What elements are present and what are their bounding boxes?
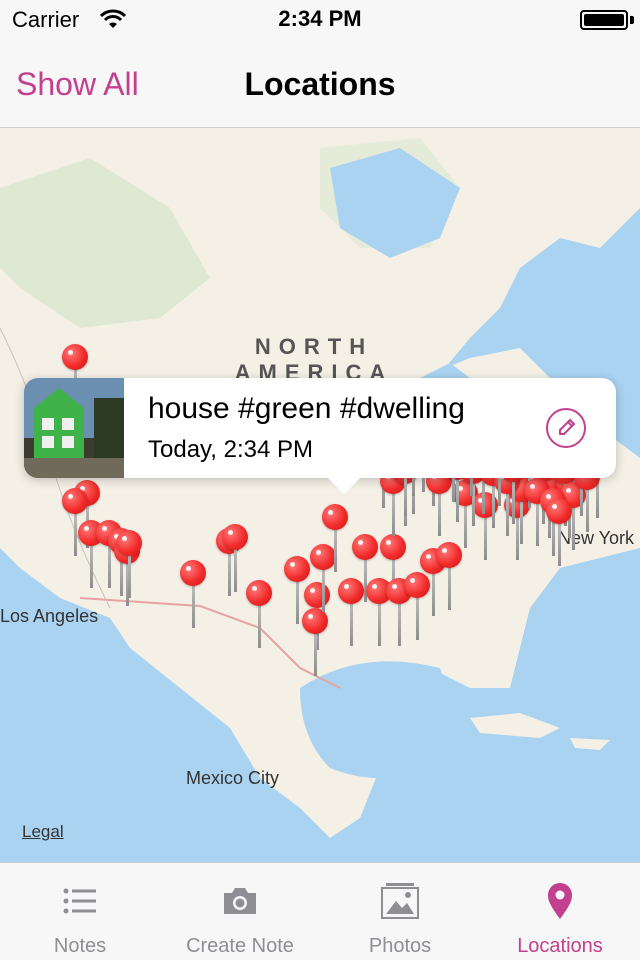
map-pin[interactable] — [222, 524, 248, 594]
pin-head — [116, 530, 142, 556]
callout-subtitle: Today, 2:34 PM — [148, 436, 313, 463]
map-pin[interactable] — [116, 530, 142, 600]
callout-thumbnail — [24, 378, 124, 478]
pin-head — [62, 344, 88, 370]
battery-tip — [630, 16, 634, 24]
city-label-los-angeles: Los Angeles — [0, 606, 99, 626]
pin-needle — [398, 602, 401, 646]
tab-notes-label: Notes — [53, 935, 107, 957]
tab-notes[interactable]: Notes — [0, 863, 160, 960]
pin-needle — [90, 544, 93, 588]
map-view[interactable]: NORTH AMERICA Los Angeles New York Mexic… — [0, 128, 640, 862]
pin-needle — [258, 604, 261, 648]
pin-needle — [536, 502, 539, 546]
tab-locations-label: Locations — [517, 935, 603, 957]
battery-icon — [580, 10, 628, 30]
photo-icon — [381, 883, 419, 919]
tab-photos-label: Photos — [368, 935, 432, 957]
pin-needle — [296, 580, 299, 624]
navigation-bar: Show All Locations — [0, 40, 640, 128]
map-pin[interactable] — [302, 608, 328, 678]
pin-needle — [416, 596, 419, 640]
pin-needle — [378, 602, 381, 646]
pin-head — [284, 556, 310, 582]
map-pin[interactable] — [322, 504, 348, 574]
pin-needle — [334, 528, 337, 572]
pin-head — [180, 560, 206, 586]
map-pin[interactable] — [546, 498, 572, 568]
location-pin-icon — [548, 883, 572, 919]
tab-locations[interactable]: Locations — [480, 863, 640, 960]
pin-head — [338, 578, 364, 604]
pin-needle — [350, 602, 353, 646]
legal-link[interactable]: Legal — [22, 822, 64, 842]
page-title: Locations — [244, 66, 396, 102]
pin-head — [62, 488, 88, 514]
pin-needle — [128, 554, 131, 598]
status-time: 2:34 PM — [278, 6, 362, 31]
pin-head — [222, 524, 248, 550]
pin-needle — [404, 472, 407, 516]
pin-needle — [322, 568, 325, 612]
edit-button[interactable] — [546, 408, 586, 448]
pencil-icon — [559, 419, 575, 435]
pin-needle — [234, 548, 237, 592]
pin-needle — [586, 488, 589, 532]
map-pin[interactable] — [180, 560, 206, 630]
pin-head — [246, 580, 272, 606]
pin-head — [352, 534, 378, 560]
callout-title: house #green #dwelling — [148, 392, 465, 425]
location-callout[interactable]: house #green #dwelling Today, 2:34 PM — [24, 378, 616, 494]
pin-needle — [192, 584, 195, 628]
pin-needle — [432, 572, 435, 616]
camera-icon — [224, 888, 256, 914]
pin-needle — [558, 522, 561, 566]
status-bar: Carrier 2:34 PM — [0, 0, 640, 40]
pin-needle — [448, 566, 451, 610]
tab-create-note[interactable]: Create Note — [160, 863, 320, 960]
map-pin[interactable] — [338, 578, 364, 648]
city-label-mexico-city: Mexico City — [186, 768, 280, 788]
map-pin[interactable] — [246, 580, 272, 650]
pin-head — [546, 498, 572, 524]
pin-needle — [512, 480, 515, 524]
tab-create-note-label: Create Note — [186, 935, 294, 957]
pin-needle — [314, 632, 317, 676]
map-pin[interactable] — [436, 542, 462, 612]
pin-head — [322, 504, 348, 530]
list-icon — [63, 888, 96, 914]
tab-bar: Notes Create Note Photos Locations — [0, 862, 640, 960]
pin-needle — [74, 512, 77, 556]
tab-photos[interactable]: Photos — [320, 863, 480, 960]
